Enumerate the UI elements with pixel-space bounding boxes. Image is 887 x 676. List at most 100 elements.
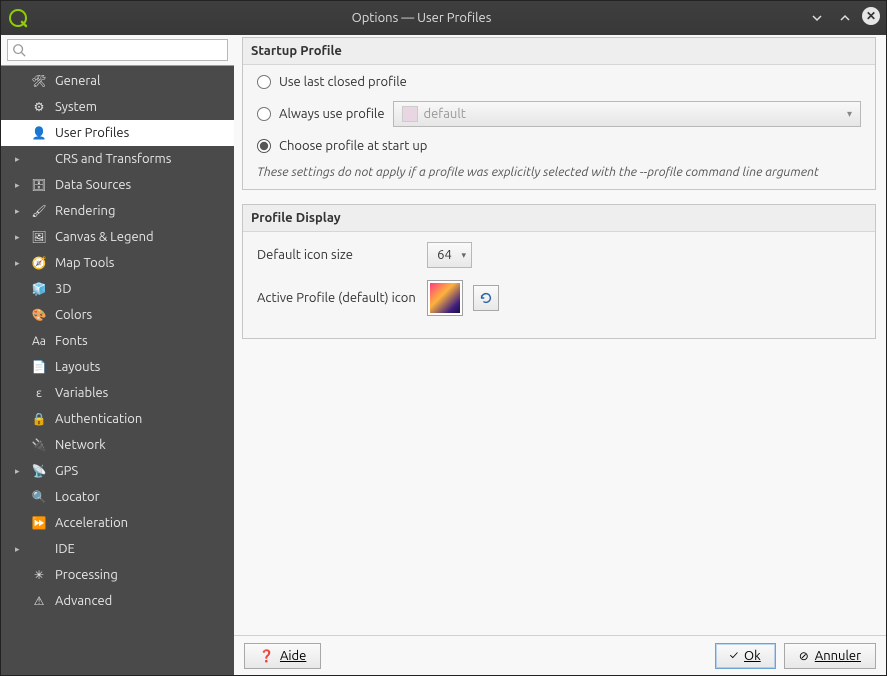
help-button-label: Aide	[280, 649, 306, 663]
sidebar-item-layouts[interactable]: 📄 Layouts	[1, 354, 234, 380]
sidebar-item-data-sources[interactable]: 🗄 Data Sources	[1, 172, 234, 198]
nav-label: 3D	[55, 282, 72, 296]
search-input[interactable]	[7, 39, 228, 61]
icon-size-combo[interactable]: 64	[427, 242, 472, 268]
sidebar-item-rendering[interactable]: 🖌 Rendering	[1, 198, 234, 224]
nav-icon: 🧭	[31, 255, 47, 271]
nav-label: Layouts	[55, 360, 100, 374]
nav-label: Acceleration	[55, 516, 128, 530]
nav-label: Processing	[55, 568, 118, 582]
sidebar-item-fonts[interactable]: AaFonts	[1, 328, 234, 354]
use-last-row: Use last closed profile	[257, 75, 861, 89]
profile-display-group: Profile Display Default icon size 64 Act…	[242, 204, 876, 339]
button-bar: ❓ Aide ✓ Ok ⊘ Annuler	[234, 635, 886, 675]
sidebar-item-processing[interactable]: ✳Processing	[1, 562, 234, 588]
minimize-button[interactable]	[806, 7, 828, 29]
sidebar-item-crs-and-transforms[interactable]: CRS and Transforms	[1, 146, 234, 172]
nav-icon: 🛠	[31, 73, 47, 89]
help-button[interactable]: ❓ Aide	[244, 643, 321, 669]
nav-label: Map Tools	[55, 256, 114, 270]
sidebar-item-gps[interactable]: 📡GPS	[1, 458, 234, 484]
ok-button[interactable]: ✓ Ok	[715, 643, 776, 669]
nav-icon: 🖼	[31, 229, 47, 245]
sidebar-item-variables[interactable]: ε Variables	[1, 380, 234, 406]
nav-label: Variables	[55, 386, 108, 400]
search-container	[1, 35, 234, 66]
nav-icon: ⚙	[31, 99, 47, 115]
content-scroll: Startup Profile Use last closed profile …	[234, 35, 886, 635]
always-use-radio[interactable]	[257, 107, 271, 121]
cancel-button[interactable]: ⊘ Annuler	[784, 643, 876, 669]
startup-profile-group: Startup Profile Use last closed profile …	[242, 37, 876, 190]
active-icon-thumbnail	[430, 283, 460, 313]
nav-label: Advanced	[55, 594, 112, 608]
window-title: Options — User Profiles	[37, 11, 806, 25]
nav-icon: 📡	[31, 463, 47, 479]
nav-icon: ⚠	[31, 593, 47, 609]
sidebar-item-3d[interactable]: 🧊 3D	[1, 276, 234, 302]
profile-display-title: Profile Display	[243, 205, 875, 232]
profile-combo-value: default	[424, 107, 466, 121]
nav-icon: 🔍	[31, 489, 47, 505]
check-icon: ✓	[730, 649, 738, 662]
nav-icon: 🗄	[31, 177, 47, 193]
app-icon	[7, 7, 29, 29]
nav-label: Authentication	[55, 412, 142, 426]
active-icon-label: Active Profile (default) icon	[257, 291, 417, 305]
nav-icon: 🔒	[31, 411, 47, 427]
profile-combo[interactable]: default	[393, 101, 861, 127]
nav-icon: ⏩	[31, 515, 47, 531]
options-window: Options — User Profiles ✕ 🛠 General ⚙ Syste…	[0, 0, 887, 676]
window-controls: ✕	[806, 7, 880, 29]
nav-label: Rendering	[55, 204, 115, 218]
sidebar-item-authentication[interactable]: 🔒 Authentication	[1, 406, 234, 432]
choose-row: Choose profile at start up	[257, 139, 861, 153]
sidebar-item-system[interactable]: ⚙ System	[1, 94, 234, 120]
reset-icon-button[interactable]	[473, 285, 499, 311]
nav-icon: ε	[31, 385, 47, 401]
cancel-icon: ⊘	[799, 649, 809, 663]
startup-note: These settings do not apply if a profile…	[257, 165, 861, 179]
content-pane: Startup Profile Use last closed profile …	[234, 35, 886, 675]
dialog-body: 🛠 General ⚙ System 👤User Profiles CRS and Tra…	[1, 35, 886, 675]
nav-label: Data Sources	[55, 178, 131, 192]
use-last-radio[interactable]	[257, 75, 271, 89]
nav-icon: 📄	[31, 359, 47, 375]
close-button[interactable]: ✕	[862, 7, 880, 25]
startup-profile-title: Startup Profile	[243, 38, 875, 65]
nav-icon: 👤	[31, 125, 47, 141]
sidebar-item-canvas-legend[interactable]: 🖼Canvas & Legend	[1, 224, 234, 250]
nav-label: General	[55, 74, 100, 88]
nav-icon	[31, 541, 47, 557]
sidebar-item-colors[interactable]: 🎨 Colors	[1, 302, 234, 328]
sidebar-item-ide[interactable]: IDE	[1, 536, 234, 562]
sidebar-item-map-tools[interactable]: 🧭 Map Tools	[1, 250, 234, 276]
always-use-row: Always use profile default	[257, 101, 861, 127]
choose-label: Choose profile at start up	[279, 139, 427, 153]
startup-profile-body: Use last closed profile Always use profi…	[243, 65, 875, 189]
nav-icon: 🧊	[31, 281, 47, 297]
icon-size-value: 64	[437, 248, 452, 262]
nav-label: Locator	[55, 490, 100, 504]
sidebar-item-network[interactable]: 🔌 Network	[1, 432, 234, 458]
sidebar-item-locator[interactable]: 🔍 Locator	[1, 484, 234, 510]
always-use-label: Always use profile	[279, 107, 385, 121]
nav-label: Colors	[55, 308, 92, 322]
choose-radio[interactable]	[257, 139, 271, 153]
maximize-button[interactable]	[834, 7, 856, 29]
sidebar-item-acceleration[interactable]: ⏩ Acceleration	[1, 510, 234, 536]
active-icon-button[interactable]	[427, 280, 463, 316]
cancel-button-label: Annuler	[815, 649, 861, 663]
sidebar-item-general[interactable]: 🛠 General	[1, 68, 234, 94]
sidebar-item-user-profiles[interactable]: 👤User Profiles	[1, 120, 234, 146]
nav-label: IDE	[55, 542, 75, 556]
nav-icon: 🎨	[31, 307, 47, 323]
nav-label: System	[55, 100, 97, 114]
nav-label: Network	[55, 438, 106, 452]
nav-icon	[31, 151, 47, 167]
sidebar-item-advanced[interactable]: ⚠ Advanced	[1, 588, 234, 614]
nav-icon: 🖌	[31, 203, 47, 219]
nav-label: CRS and Transforms	[55, 152, 171, 166]
nav-icon: 🔌	[31, 437, 47, 453]
help-icon: ❓	[259, 649, 274, 663]
